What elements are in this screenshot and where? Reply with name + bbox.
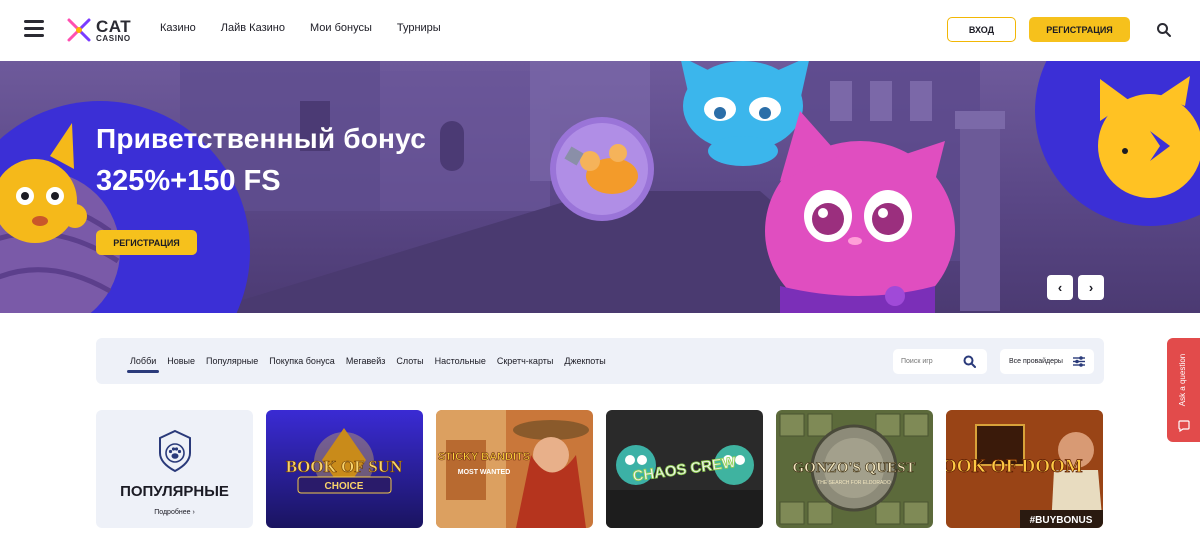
game-title-text: BOOK OF SUN: [286, 457, 403, 476]
popular-title: ПОПУЛЯРНЫЕ: [120, 483, 229, 500]
nav-live-casino[interactable]: Лайв Казино: [221, 22, 285, 34]
search-icon[interactable]: [963, 355, 976, 368]
game-thumbnail: BOOK OF SUN CHOICE: [266, 410, 423, 528]
tab-lobby[interactable]: Лобби: [126, 356, 160, 373]
game-subtitle-text: THE SEARCH FOR ELDORADO: [817, 480, 891, 486]
game-thumbnail: GONZO'S QUEST THE SEARCH FOR ELDORADO: [776, 410, 933, 528]
category-tabs: Лобби Новые Популярные Покупка бонуса Ме…: [126, 356, 606, 373]
filter-sliders-icon: [1073, 356, 1085, 367]
tab-new[interactable]: Новые: [167, 356, 195, 366]
game-thumbnail: BOOK OF DOOM #BUYBONUS: [946, 410, 1103, 528]
game-tile-gonzos-quest[interactable]: GONZO'S QUEST THE SEARCH FOR ELDORADO: [776, 410, 933, 528]
ask-question-label: Ask a question: [1178, 353, 1187, 407]
game-title-text: BOOK OF DOOM: [946, 456, 1083, 477]
logo[interactable]: CAT CASINO: [66, 14, 138, 46]
cat-logo-icon: [67, 18, 91, 42]
game-thumbnail: STICKY BANDITS MOST WANTED: [436, 410, 593, 528]
popular-more-link[interactable]: Подробнее ›: [96, 509, 253, 516]
login-button[interactable]: ВХОД: [947, 17, 1016, 42]
logo-cat-text: CAT: [96, 16, 132, 36]
providers-label: Все провайдеры: [1009, 358, 1063, 365]
logo-casino-text: CASINO: [96, 33, 131, 43]
hero-title: Приветственный бонус: [96, 123, 427, 154]
game-thumbnail: CHAOS CREW: [606, 410, 763, 528]
search-icon[interactable]: [1156, 22, 1172, 38]
tab-popular[interactable]: Популярные: [206, 356, 258, 366]
hero-next-button[interactable]: ›: [1078, 275, 1104, 300]
game-tile-chaos-crew[interactable]: CHAOS CREW: [606, 410, 763, 528]
tab-scratch-cards[interactable]: Скретч-карты: [497, 356, 554, 366]
game-tile-book-of-doom[interactable]: BOOK OF DOOM #BUYBONUS: [946, 410, 1103, 528]
ask-question-tab[interactable]: Ask a question: [1167, 338, 1200, 442]
chat-icon: [1178, 420, 1190, 432]
game-search-input[interactable]: [901, 354, 961, 369]
game-tile-sticky-bandits[interactable]: STICKY BANDITS MOST WANTED: [436, 410, 593, 528]
hero-bonus-amount: 325%+150 FS: [96, 165, 281, 197]
top-header: CAT CASINO Казино Лайв Казино Мои бонусы…: [0, 0, 1200, 60]
paw-badge-icon: [159, 429, 191, 473]
game-subtitle-text: MOST WANTED: [458, 469, 511, 476]
tab-megaways[interactable]: Мегавейз: [346, 356, 386, 366]
game-tile-book-of-sun[interactable]: BOOK OF SUN CHOICE: [266, 410, 423, 528]
hero-prev-button[interactable]: ‹: [1047, 275, 1073, 300]
game-search-box: [893, 349, 987, 374]
menu-icon[interactable]: [24, 20, 44, 38]
popular-category-card[interactable]: ПОПУЛЯРНЫЕ Подробнее ›: [96, 410, 253, 528]
tab-jackpots[interactable]: Джекпоты: [564, 356, 605, 366]
game-subtitle-text: CHOICE: [325, 481, 364, 492]
page: CAT CASINO Казино Лайв Казино Мои бонусы…: [0, 0, 1200, 545]
tab-slots[interactable]: Слоты: [396, 356, 423, 366]
providers-dropdown[interactable]: Все провайдеры: [1000, 349, 1094, 374]
register-button[interactable]: РЕГИСТРАЦИЯ: [1029, 17, 1130, 42]
game-subtitle-text: #BUYBONUS: [1030, 515, 1093, 526]
tab-table-games[interactable]: Настольные: [435, 356, 486, 366]
main-nav: Казино Лайв Казино Мои бонусы Турниры: [160, 22, 441, 34]
nav-tournaments[interactable]: Турниры: [397, 22, 441, 34]
nav-my-bonuses[interactable]: Мои бонусы: [310, 22, 372, 34]
hero-banner[interactable]: Приветственный бонус 325%+150 FS РЕГИСТР…: [0, 61, 1200, 313]
game-filter-bar: Лобби Новые Популярные Покупка бонуса Ме…: [96, 338, 1104, 384]
game-title-text: GONZO'S QUEST: [793, 460, 916, 476]
nav-casino[interactable]: Казино: [160, 22, 196, 34]
hero-register-button[interactable]: РЕГИСТРАЦИЯ: [96, 230, 197, 255]
tab-bonus-buy[interactable]: Покупка бонуса: [269, 356, 335, 366]
game-title-text: STICKY BANDITS: [438, 451, 530, 463]
